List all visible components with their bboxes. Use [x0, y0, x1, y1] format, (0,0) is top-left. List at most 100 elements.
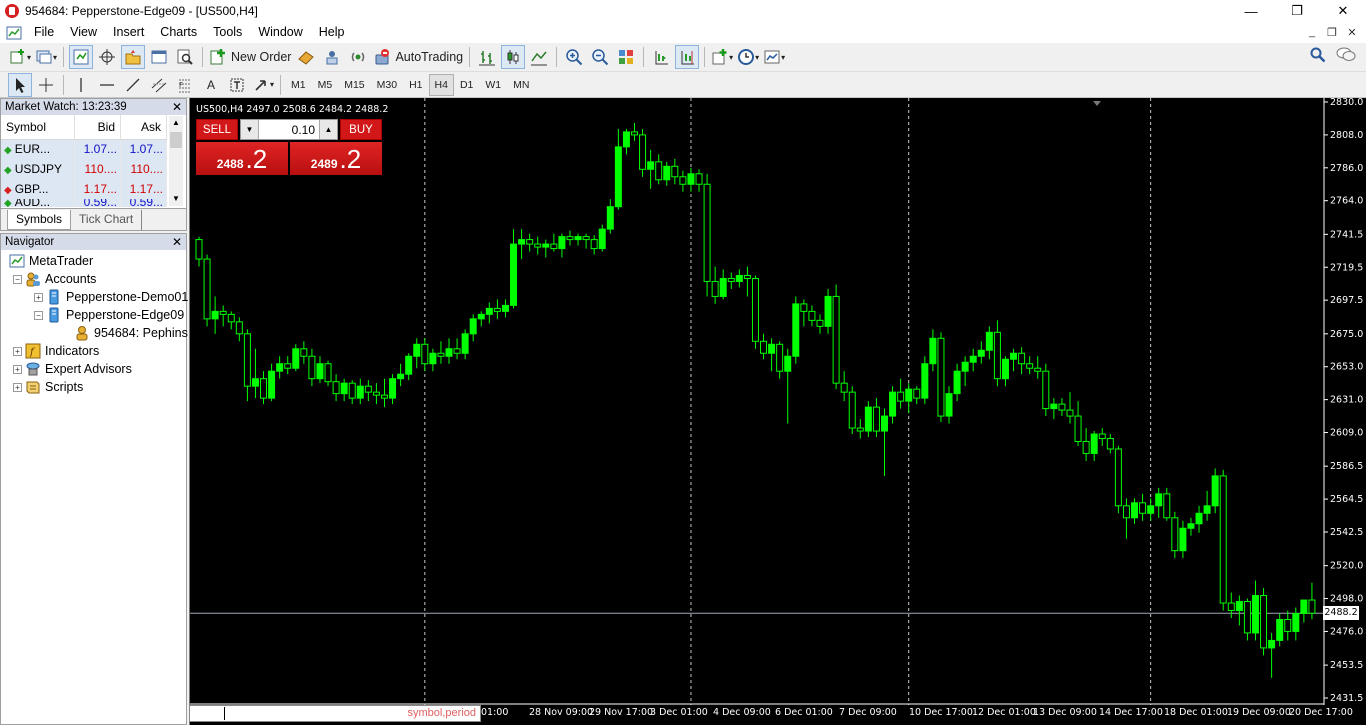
sell-button[interactable]: SELL [196, 119, 238, 140]
nav-item-server-demo[interactable]: + Pepperstone-Demo01 [34, 288, 188, 306]
cursor-button[interactable] [8, 72, 32, 97]
lot-decrease-icon[interactable]: ▼ [241, 120, 259, 139]
child-restore-button[interactable]: ❐ [1322, 24, 1342, 40]
timeframe-w1[interactable]: W1 [479, 74, 507, 96]
collapse-icon[interactable]: − [34, 310, 43, 320]
tab-tick-chart[interactable]: Tick Chart [71, 210, 143, 230]
terminal-button[interactable] [147, 45, 171, 69]
scroll-up-icon[interactable]: ▲ [169, 116, 183, 130]
table-row[interactable]: ◆ GBP... 1.17... 1.17... [1, 179, 167, 199]
column-header-bid[interactable]: Bid [74, 115, 121, 140]
menu-view[interactable]: View [62, 22, 105, 43]
nav-item-metatrader[interactable]: MetaTrader [9, 252, 93, 270]
indicators-button[interactable]: ▾ [710, 45, 734, 69]
menu-file[interactable]: File [26, 22, 62, 43]
nav-item-accounts[interactable]: − Accounts [13, 270, 96, 288]
expand-icon[interactable]: + [13, 364, 22, 374]
price-tick-label: 2520.0 [1330, 561, 1363, 572]
auto-scroll-button[interactable] [649, 45, 673, 69]
sell-price-button[interactable]: 2488 .2 [196, 142, 288, 175]
horizontal-line-button[interactable] [95, 73, 119, 97]
templates-button[interactable]: ▾ [762, 45, 786, 69]
timeframe-m15[interactable]: M15 [338, 74, 370, 96]
arrows-button[interactable]: ▾ [251, 73, 275, 97]
chart-window[interactable]: 2830.0 2808.0 2786.0 2764.0 2741.5 2719.5 2697… [189, 98, 1366, 725]
nav-item-scripts[interactable]: + Scripts [13, 378, 83, 396]
market-watch-scrollbar[interactable]: ▲ ▼ [169, 116, 183, 206]
expand-icon[interactable]: + [34, 292, 43, 302]
tab-symbols[interactable]: Symbols [7, 210, 72, 230]
timeframe-m1[interactable]: M1 [285, 74, 312, 96]
lot-increase-icon[interactable]: ▲ [319, 120, 337, 139]
nav-item-server-edge[interactable]: − Pepperstone-Edge09 [34, 306, 184, 324]
collapse-icon[interactable]: − [13, 274, 22, 284]
column-header-symbol[interactable]: Symbol [1, 115, 76, 140]
minimize-button[interactable]: — [1228, 0, 1274, 22]
data-window-button[interactable] [95, 45, 119, 69]
menu-tools[interactable]: Tools [205, 22, 250, 43]
nav-item-account[interactable]: 954684: Pephins Vi [74, 324, 202, 342]
child-minimize-button[interactable]: _ [1302, 24, 1322, 40]
new-order-button[interactable]: New Order [208, 45, 292, 69]
market-button[interactable] [346, 45, 370, 69]
periods-button[interactable]: ▾ [736, 45, 760, 69]
timeframe-d1[interactable]: D1 [454, 74, 479, 96]
meta-editor-button[interactable] [294, 45, 318, 69]
timeframe-m5[interactable]: M5 [312, 74, 339, 96]
child-close-button[interactable]: ✕ [1342, 24, 1362, 40]
buy-price-button[interactable]: 2489 .2 [290, 142, 382, 175]
crosshair-button[interactable] [34, 73, 58, 97]
fibonacci-button[interactable]: F [173, 73, 197, 97]
timeframe-h1[interactable]: H1 [403, 74, 428, 96]
search-icon[interactable] [1310, 47, 1326, 63]
menu-insert[interactable]: Insert [105, 22, 152, 43]
trendline-button[interactable] [121, 73, 145, 97]
close-button[interactable]: ✕ [1320, 0, 1366, 22]
timeframe-m30[interactable]: M30 [371, 74, 403, 96]
table-row[interactable]: ◆ EUR... 1.07... 1.07... [1, 139, 167, 159]
lot-size-input[interactable]: 0.10 [259, 123, 319, 137]
table-row[interactable]: ◆ USDJPY 110.... 110.... [1, 159, 167, 179]
navigator-close-icon[interactable]: ✕ [172, 234, 182, 250]
line-chart-button[interactable] [527, 45, 551, 69]
auto-trading-button[interactable]: AutoTrading [372, 45, 464, 69]
nav-item-indicators[interactable]: + f Indicators [13, 342, 99, 360]
lot-size-stepper[interactable]: ▼ 0.10 ▲ [240, 119, 338, 140]
new-chart-button[interactable]: ▾ [8, 45, 32, 69]
timeframe-h4[interactable]: H4 [428, 73, 454, 96]
time-tick-label: 29 Nov 17:00 [589, 707, 653, 718]
scroll-down-icon[interactable]: ▼ [169, 192, 183, 206]
symbol-period-input[interactable]: symbol,period [189, 705, 481, 722]
timeframe-mn[interactable]: MN [507, 74, 535, 96]
nav-item-expert-advisors[interactable]: + Expert Advisors [13, 360, 132, 378]
tile-windows-button[interactable] [614, 45, 638, 69]
text-button[interactable]: A [199, 73, 223, 97]
market-watch-toggle[interactable] [69, 45, 94, 69]
chart-shift-button[interactable] [675, 45, 700, 69]
profiles-button[interactable]: ▾ [34, 45, 58, 69]
maximize-button[interactable]: ❐ [1274, 0, 1320, 22]
chart-window-icon[interactable] [6, 25, 22, 41]
navigator-toggle[interactable] [121, 45, 146, 69]
bar-chart-button[interactable] [475, 45, 499, 69]
equidistant-channel-button[interactable] [147, 73, 171, 97]
buy-button[interactable]: BUY [340, 119, 382, 140]
market-watch-close-icon[interactable]: ✕ [172, 99, 182, 115]
vertical-line-button[interactable] [69, 73, 93, 97]
expand-icon[interactable]: + [13, 382, 22, 392]
table-row[interactable]: ◆ AUD... 0.59... 0.59... [1, 199, 167, 207]
column-header-ask[interactable]: Ask [120, 115, 167, 140]
candlestick-button[interactable] [501, 45, 526, 69]
menu-help[interactable]: Help [311, 22, 353, 43]
text-label-button[interactable] [225, 73, 249, 97]
expand-icon[interactable]: + [13, 346, 22, 356]
zoom-in-button[interactable] [562, 45, 586, 69]
chat-icon[interactable] [1336, 47, 1356, 63]
signals-button[interactable] [320, 45, 344, 69]
menu-window[interactable]: Window [250, 22, 310, 43]
menu-charts[interactable]: Charts [152, 22, 205, 43]
candlestick-chart[interactable]: 2830.0 2808.0 2786.0 2764.0 2741.5 2719.5 2697… [190, 98, 1366, 725]
strategy-tester-button[interactable] [173, 45, 197, 69]
scroll-thumb[interactable] [170, 132, 182, 148]
zoom-out-button[interactable] [588, 45, 612, 69]
